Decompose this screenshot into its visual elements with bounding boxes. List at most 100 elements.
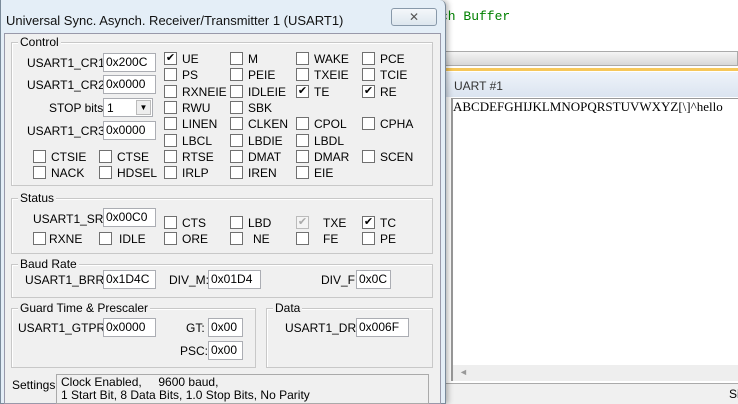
scroll-left-icon[interactable]: ◄ [459,367,468,377]
checkbox-label: PS [182,68,199,82]
cr2-label: USART1_CR2: [27,78,109,92]
checkbox-label: EIE [314,166,334,180]
divf-input[interactable]: 0x0C [356,270,391,289]
usart1-dialog: Universal Sync. Asynch. Receiver/Transmi… [0,0,446,404]
checkbox-box[interactable] [230,85,243,98]
chevron-down-icon[interactable]: ▼ [136,100,151,115]
checkbox-label: WAKE [314,52,349,66]
checkbox-label: RXNE [49,232,83,246]
divm-input[interactable]: 0x01D4 [208,270,261,289]
dr-label: USART1_DR: [285,321,360,335]
checkbox-box[interactable] [33,232,46,245]
checkbox-box[interactable] [362,117,375,130]
checkbox-label: TE [314,85,330,99]
uart-tab[interactable]: UART #1 [454,79,503,93]
checkbox-box[interactable] [230,166,243,179]
horizontal-scrollbar[interactable]: ◄ [451,365,738,381]
checkbox-label: IREN [248,166,277,180]
checkbox-box[interactable] [164,117,177,130]
checkbox-box[interactable] [230,134,243,147]
checkmark-icon[interactable]: ✔ [164,52,177,65]
checkbox-label: IDLE [119,232,146,246]
checkbox-label: LINEN [182,117,218,131]
checkbox-box[interactable] [99,232,112,245]
checkbox-label: PE [380,232,397,246]
cr3-input[interactable]: 0x0000 [103,121,156,140]
checkbox-label: RWU [182,101,211,115]
checkbox-label: PEIE [248,68,276,82]
editor-text: ch Buffer [440,9,511,24]
checkbox-box[interactable] [33,166,46,179]
checkbox-label: LBDIE [248,134,283,148]
checkbox-box[interactable] [296,52,309,65]
checkbox-label: TXE [323,216,347,230]
checkbox-box[interactable] [230,117,243,130]
checkmark-icon[interactable]: ✔ [362,216,375,229]
cr1-input[interactable]: 0x200C [103,53,156,72]
close-icon[interactable]: ✕ [409,10,419,24]
checkbox-box[interactable] [230,216,243,229]
checkbox-box[interactable] [99,150,112,163]
dr-input[interactable]: 0x006F [356,318,409,337]
checkbox-box[interactable] [164,150,177,163]
gtpr-input[interactable]: 0x0000 [103,318,156,337]
checkbox-label: ORE [182,232,209,246]
checkbox-box[interactable] [362,232,375,245]
checkbox-label: TC [380,216,396,230]
checkbox-box[interactable] [99,166,112,179]
checkbox-box[interactable] [230,52,243,65]
control-group-label: Control [18,35,61,49]
checkbox-box[interactable] [362,52,375,65]
checkbox-label: CPOL [314,117,347,131]
checkmark-icon[interactable]: ✔ [296,85,309,98]
checkbox-box[interactable] [362,68,375,81]
divf-label: DIV_F: [321,273,359,287]
cr2-input[interactable]: 0x0000 [103,75,156,94]
status-text: Si [729,387,738,401]
checkbox-box[interactable] [164,68,177,81]
checkbox-box[interactable] [164,216,177,229]
checkbox-box[interactable] [296,134,309,147]
checkbox-box[interactable] [230,68,243,81]
settings-label: Settings: [12,378,59,392]
checkbox-label: RE [380,85,397,99]
checkbox-box[interactable] [296,166,309,179]
checkmark-icon[interactable]: ✔ [362,85,375,98]
close-button[interactable]: ✕ [391,8,437,26]
brr-label: USART1_BRR: [25,273,108,287]
checkbox-label: SBK [248,101,273,115]
sr-input[interactable]: 0x00C0 [103,208,156,227]
uart-output[interactable]: ABCDEFGHIJKLMNOPQRSTUVWXYZ[\]^hello [451,98,738,366]
divider [440,68,738,71]
gt-input[interactable]: 0x00 [208,318,243,337]
checkbox-box[interactable] [230,101,243,114]
checkbox-box[interactable] [33,150,46,163]
checkbox-box[interactable] [296,232,309,245]
checkbox-label: CLKEN [248,117,289,131]
checkbox-box[interactable] [230,232,243,245]
checkbox-box[interactable] [164,101,177,114]
psc-input[interactable]: 0x00 [208,341,243,360]
checkbox-label: TCIE [380,68,408,82]
stop-bits-select[interactable]: 1 ▼ [103,98,153,117]
brr-input[interactable]: 0x1D4C [103,270,156,289]
checkbox-box[interactable] [164,232,177,245]
checkmark-icon: ✔ [296,216,309,229]
settings-line-2: 1 Start Bit, 8 Data Bits, 1.0 Stop Bits,… [61,388,310,402]
checkbox-box[interactable] [164,85,177,98]
checkbox-box[interactable] [296,117,309,130]
divm-label: DIV_M: [169,273,210,287]
data-group-label: Data [273,301,303,315]
checkbox-label: UE [182,52,199,66]
checkbox-box[interactable] [164,166,177,179]
checkbox-box[interactable] [164,134,177,147]
checkbox-label: FE [323,232,339,246]
dialog-title: Universal Sync. Asynch. Receiver/Transmi… [6,13,344,28]
sr-label: USART1_SR: [33,212,107,226]
checkbox-box[interactable] [296,68,309,81]
checkbox-box[interactable] [362,150,375,163]
checkbox-box[interactable] [230,150,243,163]
checkbox-label: CTSIE [51,150,87,164]
checkbox-label: CPHA [380,117,414,131]
checkbox-box[interactable] [296,150,309,163]
